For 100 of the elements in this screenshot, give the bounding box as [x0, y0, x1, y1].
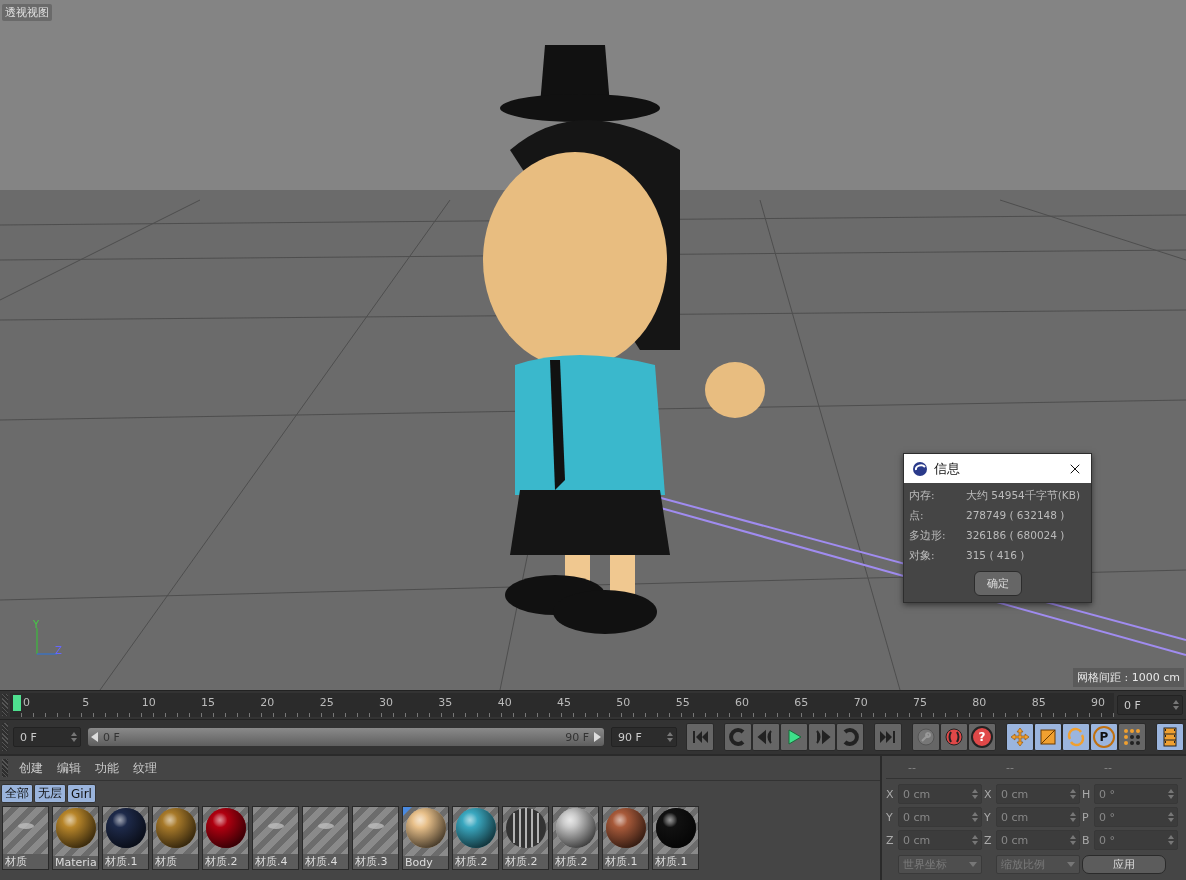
decal-preview-icon	[365, 821, 386, 831]
material-name: 材质.4	[253, 854, 298, 869]
grip-handle[interactable]	[2, 723, 8, 751]
scale-button[interactable]	[1034, 723, 1062, 751]
frame-field[interactable]: 0 F	[13, 727, 81, 747]
spinner-icon[interactable]	[1070, 812, 1076, 822]
coordinate-field[interactable]: 0 °	[1094, 807, 1178, 827]
frame-field[interactable]: 0 F	[1117, 695, 1183, 715]
param-button[interactable]: P	[1090, 723, 1118, 751]
menu-item[interactable]: 编辑	[52, 759, 86, 777]
spinner-icon[interactable]	[1168, 812, 1174, 822]
column-header: --	[1103, 760, 1113, 774]
spinner-icon[interactable]	[972, 835, 978, 845]
spinner-icon[interactable]	[1173, 700, 1179, 710]
coordinate-field[interactable]: 0 cm	[996, 807, 1080, 827]
coordinate-field[interactable]: 0 cm	[996, 830, 1080, 850]
film-button[interactable]	[1156, 723, 1184, 751]
tick-label: 90	[1091, 696, 1105, 709]
dots-icon	[1122, 727, 1142, 747]
tick-label: 75	[913, 696, 927, 709]
rotate-button[interactable]	[1062, 723, 1090, 751]
first-button[interactable]	[686, 723, 714, 751]
menu-item[interactable]: 纹理	[128, 759, 162, 777]
material-thumbnail[interactable]: 材质.4	[302, 806, 349, 870]
dialog-title: 信息	[934, 459, 961, 478]
range-slider[interactable]: 0 F 90 F	[88, 728, 604, 746]
spinner-icon[interactable]	[1070, 835, 1076, 845]
material-thumbnail[interactable]: 材质.3	[352, 806, 399, 870]
arrow-right-icon[interactable]	[592, 731, 602, 743]
spinner-icon[interactable]	[972, 812, 978, 822]
material-name: 材质.2	[453, 854, 498, 869]
material-thumbnail[interactable]: 材质.1	[652, 806, 699, 870]
apply-button[interactable]: 应用	[1082, 855, 1166, 874]
material-sphere	[654, 807, 697, 849]
axis-label: Z	[886, 833, 895, 847]
coordinate-field[interactable]: 0 cm	[898, 807, 982, 827]
help-button[interactable]: ?	[968, 723, 996, 751]
axis-label: Z	[55, 645, 62, 656]
spinner-icon[interactable]	[972, 789, 978, 799]
tick-label: 80	[972, 696, 987, 709]
prev-key-button[interactable]	[724, 723, 752, 751]
axis-label: Y	[984, 810, 992, 824]
move-button[interactable]	[1006, 723, 1034, 751]
material-name: 材质.2	[503, 854, 548, 869]
spinner-icon[interactable]	[1070, 789, 1076, 799]
key-button[interactable]	[912, 723, 940, 751]
tick-label: 60	[735, 696, 749, 709]
last-button[interactable]	[874, 723, 902, 751]
material-name: 材质.1	[103, 854, 148, 869]
material-thumbnail[interactable]: 材质	[152, 806, 199, 870]
layer-tab[interactable]: 全部	[1, 784, 33, 803]
arrow-left-icon[interactable]	[90, 731, 100, 743]
material-thumbnail[interactable]: 材质.2	[552, 806, 599, 870]
record-button[interactable]	[940, 723, 968, 751]
material-thumbnail[interactable]: Materia	[52, 806, 99, 870]
material-thumbnail[interactable]: 材质.2	[502, 806, 549, 870]
tick-label: 25	[319, 696, 334, 709]
grip-handle[interactable]	[2, 694, 8, 716]
material-thumbnail[interactable]: Body	[402, 806, 449, 870]
axis-label: Y	[886, 810, 894, 824]
column-header: --	[1005, 760, 1015, 774]
spinner-icon[interactable]	[1168, 789, 1174, 799]
frame-field[interactable]: 90 F	[611, 727, 677, 747]
caret-icon	[969, 862, 977, 867]
material-thumbnail[interactable]: 材质.1	[102, 806, 149, 870]
material-thumbnail[interactable]: 材质	[2, 806, 49, 870]
ok-button[interactable]: 确定	[973, 571, 1022, 596]
menu-item[interactable]: 功能	[90, 759, 124, 777]
next-key-button[interactable]	[836, 723, 864, 751]
material-sphere	[154, 807, 197, 849]
material-thumbnail[interactable]: 材质.1	[602, 806, 649, 870]
spinner-icon[interactable]	[1168, 835, 1174, 845]
axis-label: X	[984, 787, 993, 801]
material-thumbnail[interactable]: 材质.4	[252, 806, 299, 870]
decal-preview-icon	[265, 821, 286, 831]
decal-preview-icon	[315, 821, 336, 831]
tick-label: 10	[141, 696, 156, 709]
layer-tab[interactable]: Girl	[67, 784, 96, 803]
spinner-icon[interactable]	[71, 732, 77, 742]
axis-label: B	[1082, 833, 1091, 847]
coordinate-field[interactable]: 0 cm	[898, 830, 982, 850]
material-thumbnail[interactable]: 材质.2	[452, 806, 499, 870]
axis-label: P	[1082, 810, 1090, 824]
coordinate-field[interactable]: 0 °	[1094, 830, 1178, 850]
material-thumbnail[interactable]: 材质.2	[202, 806, 249, 870]
grip-handle[interactable]	[2, 759, 8, 777]
layer-tab[interactable]: 无层	[34, 784, 66, 803]
timeline-ruler[interactable]: 0 5 10 15 20 25 30 35 40 45 50 55 60 65 70 75 80 85 90	[10, 693, 1114, 717]
play-button[interactable]	[780, 723, 808, 751]
coordinate-field[interactable]: 0 cm	[996, 784, 1080, 804]
coordinate-field[interactable]: 0 cm	[898, 784, 982, 804]
menu-item[interactable]: 创建	[14, 759, 48, 777]
spinner-icon[interactable]	[667, 732, 673, 742]
coordinate-field[interactable]: 0 °	[1094, 784, 1178, 804]
decal-preview-icon	[15, 821, 36, 831]
tick-label: 20	[260, 696, 275, 709]
points-button[interactable]	[1118, 723, 1146, 751]
column-header: --	[907, 760, 917, 774]
tick-label: 40	[497, 696, 512, 709]
caret-icon	[1067, 862, 1075, 867]
